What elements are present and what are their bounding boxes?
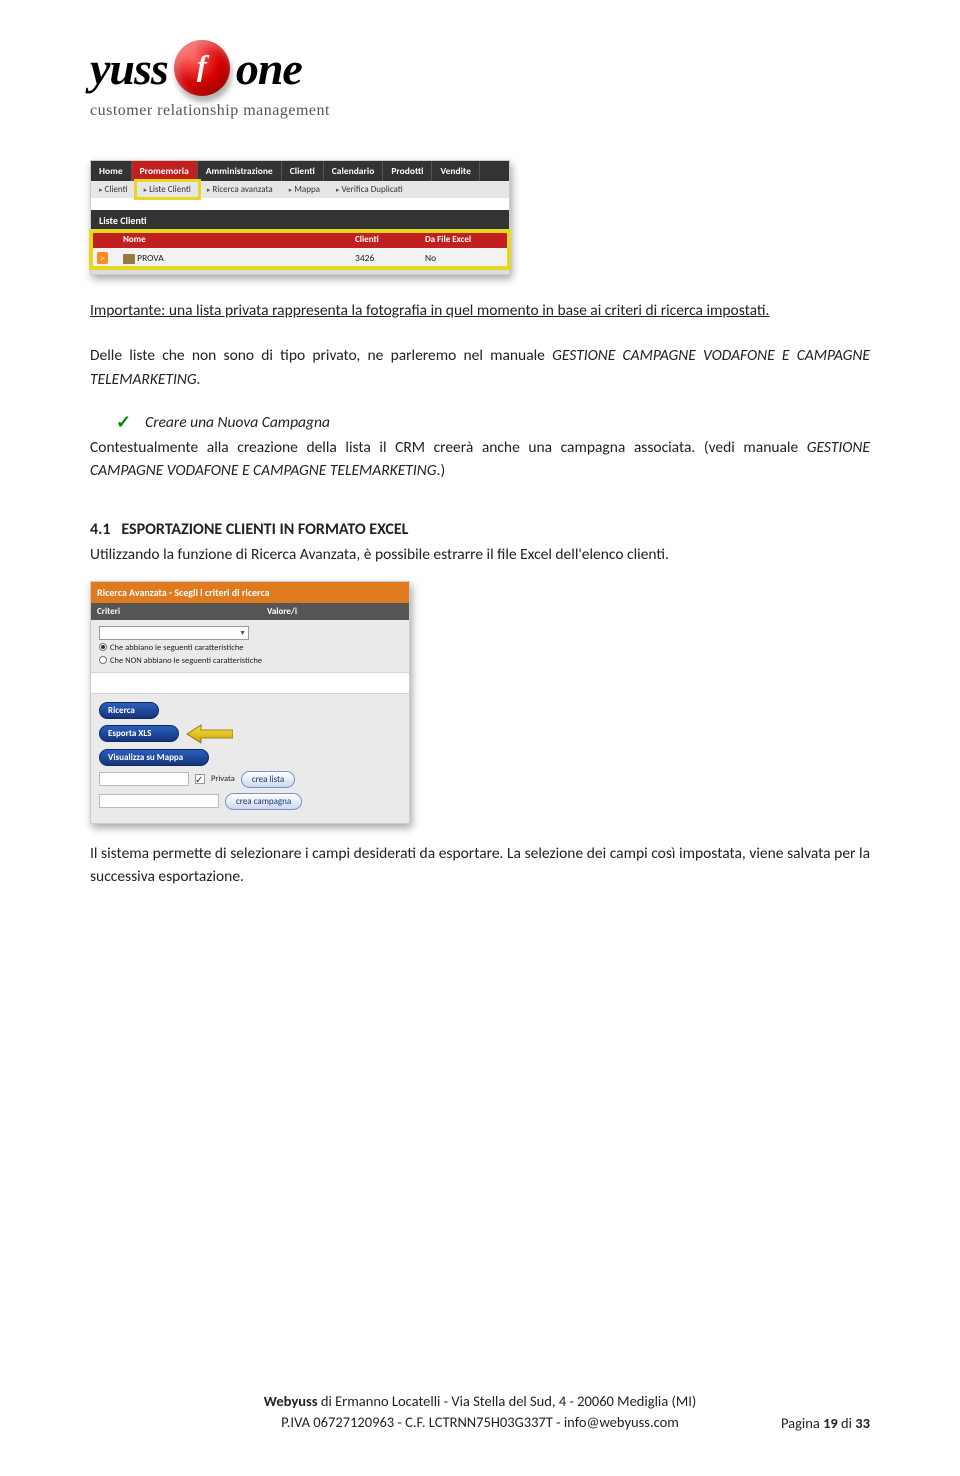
footer-line-1: Webyuss di Ermanno Locatelli - Via Stell… [0, 1391, 960, 1411]
p3-plain: Contestualmente alla creazione della lis… [90, 438, 807, 457]
table-header: Nome Clienti Da File Excel [91, 231, 509, 248]
nav-promemoria[interactable]: Promemoria [132, 161, 198, 181]
bullet-label: Creare una Nuova Campagna [145, 413, 330, 432]
paragraph-utilizzando: Utilizzando la funzione di Ricerca Avanz… [90, 543, 870, 566]
page-current: 19 [823, 1414, 838, 1432]
paragraph-contestualmente: Contestualmente alla creazione della lis… [90, 436, 870, 483]
p3-tail: .) [437, 461, 446, 480]
folder-icon [123, 254, 135, 264]
sub-nav: ▸Clienti ▸Liste Clienti ▸Ricerca avanzat… [91, 181, 509, 198]
radio-abbiano-label: Che abbiano le seguenti caratteristiche [110, 643, 244, 653]
subnav-liste-clienti[interactable]: ▸Liste Clienti [136, 181, 199, 198]
nav-prodotti[interactable]: Prodotti [383, 161, 432, 181]
bullet-creare-campagna: ✓ Creare una Nuova Campagna [116, 413, 870, 432]
crea-campagna-button[interactable]: crea campagna [225, 793, 302, 810]
chevron-right-icon: ▸ [144, 185, 148, 194]
page-label-b: di [838, 1414, 856, 1432]
logo-text-left: yuss [90, 42, 168, 95]
footer-address: di Ermanno Locatelli - Via Stella del Su… [318, 1392, 697, 1410]
nav-home[interactable]: Home [91, 161, 132, 181]
page-number: Pagina 19 di 33 [781, 1414, 870, 1432]
logo-tagline: customer relationship management [90, 102, 870, 120]
radio-non-abbiano[interactable] [99, 656, 107, 664]
radio-non-abbiano-label: Che NON abbiano le seguenti caratteristi… [110, 656, 262, 666]
ricerca-avanzata-title: Ricerca Avanzata - Scegli i criteri di r… [91, 582, 409, 603]
nav-amministrazione[interactable]: Amministrazione [198, 161, 282, 181]
arrow-icon [185, 724, 233, 744]
col-da-file-excel: Da File Excel [419, 231, 509, 248]
expand-icon: > [97, 252, 108, 264]
highlighted-table: Nome Clienti Da File Excel > PROVA 3426 … [91, 231, 509, 268]
subnav-label: Liste Clienti [149, 184, 191, 195]
row-name: PROVA [117, 248, 349, 268]
p2-plain: Delle liste che non sono di tipo privato… [90, 346, 552, 365]
section-heading: 4.1 ESPORTAZIONE CLIENTI IN FORMATO EXCE… [90, 520, 870, 539]
paragraph-liste-private: Delle liste che non sono di tipo privato… [90, 344, 870, 391]
logo-text-right: one [236, 42, 302, 95]
subnav-label: Verifica Duplicati [342, 184, 403, 195]
screenshot-ricerca-avanzata: Ricerca Avanzata - Scegli i criteri di r… [90, 581, 410, 824]
nav-clienti[interactable]: Clienti [282, 161, 324, 181]
crea-lista-button[interactable]: crea lista [241, 771, 295, 788]
subnav-verifica-duplicati[interactable]: ▸Verifica Duplicati [328, 181, 411, 198]
privata-checkbox[interactable] [195, 774, 205, 784]
subnav-ricerca-avanzata[interactable]: ▸Ricerca avanzata [199, 181, 281, 198]
heading-number: 4.1 [90, 520, 111, 539]
col-criteri: Criteri [91, 603, 261, 620]
col-clienti: Clienti [349, 231, 419, 248]
screenshot-liste-clienti: Home Promemoria Amministrazione Clienti … [90, 160, 510, 275]
criteria-select[interactable] [99, 626, 249, 640]
campagna-name-input[interactable] [99, 794, 219, 808]
chevron-right-icon: ▸ [207, 185, 211, 194]
radio-abbiano[interactable] [99, 643, 107, 651]
criteria-header: Criteri Valore/i [91, 603, 409, 620]
privata-label: Privata [211, 774, 235, 784]
chevron-right-icon: ▸ [289, 185, 293, 194]
nav-calendario[interactable]: Calendario [324, 161, 384, 181]
col-blank [91, 231, 117, 248]
subnav-clienti[interactable]: ▸Clienti [91, 181, 136, 198]
lista-name-input[interactable] [99, 772, 189, 786]
esporta-xls-button[interactable]: Esporta XLS [99, 725, 179, 742]
check-icon: ✓ [116, 413, 131, 432]
row-chip: > [91, 248, 117, 268]
subnav-label: Clienti [105, 184, 128, 195]
nav-vendite[interactable]: Vendite [432, 161, 479, 181]
chevron-right-icon: ▸ [99, 185, 103, 194]
row-from-excel: No [419, 248, 509, 268]
col-valore: Valore/i [261, 603, 409, 620]
col-nome: Nome [117, 231, 349, 248]
paragraph-importante: Importante: una lista privata rappresent… [90, 299, 870, 322]
panel-title: Liste Clienti [91, 210, 509, 231]
paragraph-sistema-permette: Il sistema permette di selezionare i cam… [90, 842, 870, 889]
row-name-text: PROVA [137, 252, 164, 264]
visualizza-mappa-button[interactable]: Visualizza su Mappa [99, 749, 209, 766]
chevron-right-icon: ▸ [336, 185, 340, 194]
page-total: 33 [855, 1414, 870, 1432]
logo-ball-icon [174, 40, 230, 96]
page-label-a: Pagina [781, 1414, 823, 1432]
footer-company: Webyuss [264, 1392, 318, 1410]
subnav-label: Mappa [294, 184, 320, 195]
logo: yuss one [90, 40, 870, 96]
logo-block: yuss one customer relationship managemen… [90, 40, 870, 120]
filter-box: Che abbiano le seguenti caratteristiche … [91, 620, 409, 673]
ricerca-button[interactable]: Ricerca [99, 702, 159, 719]
button-area: Ricerca Esporta XLS Visualizza su Mappa … [91, 693, 409, 823]
main-nav: Home Promemoria Amministrazione Clienti … [91, 161, 509, 181]
table-row[interactable]: > PROVA 3426 No [91, 248, 509, 268]
row-clients: 3426 [349, 248, 419, 268]
subnav-mappa[interactable]: ▸Mappa [281, 181, 328, 198]
heading-text: ESPORTAZIONE CLIENTI IN FORMATO EXCEL [121, 520, 408, 539]
subnav-label: Ricerca avanzata [212, 184, 272, 195]
